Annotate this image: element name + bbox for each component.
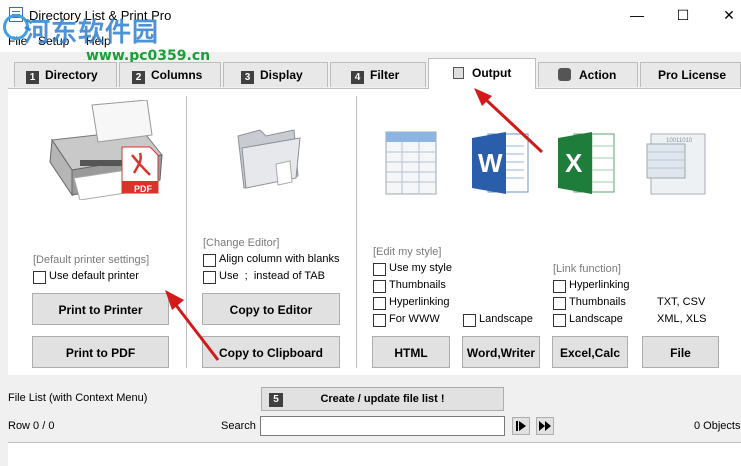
annotation-arrows: [165, 88, 544, 361]
arrow-to-output-tab: [480, 94, 544, 154]
arrow-to-printer-button: [170, 299, 220, 361]
arrow-head: [165, 290, 184, 310]
